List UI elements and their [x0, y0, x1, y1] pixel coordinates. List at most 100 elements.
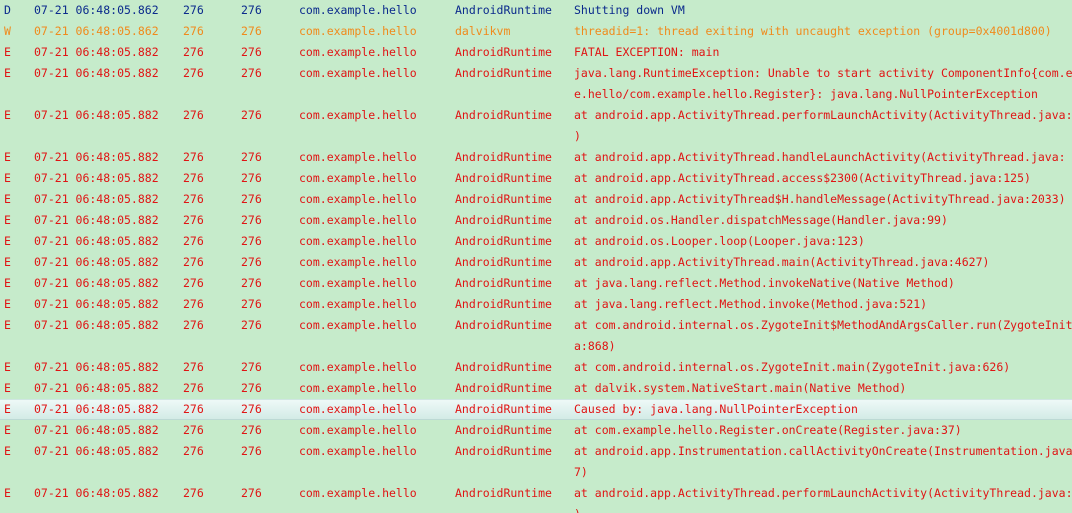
log-tid-cell: 276	[241, 3, 262, 17]
log-text-cell: at android.app.ActivityThread.performLau…	[574, 486, 1072, 500]
log-row[interactable]: E 07-21 06:48:05.882 276 276 com.example.hel…	[0, 378, 1072, 399]
log-time-cell: 07-21 06:48:05.882	[34, 444, 159, 458]
log-level-cell: E	[4, 234, 11, 248]
log-time-cell: 07-21 06:48:05.882	[34, 360, 159, 374]
log-tag-cell: AndroidRuntime	[455, 444, 552, 458]
log-level-cell: E	[4, 402, 11, 416]
log-text-cell: threadid=1: thread exiting with uncaught…	[574, 24, 1052, 38]
log-level-cell: E	[4, 171, 11, 185]
log-time-cell: 07-21 06:48:05.882	[34, 45, 159, 59]
log-pid-cell: 276	[183, 381, 204, 395]
log-tag-cell: AndroidRuntime	[455, 171, 552, 185]
log-level-cell: E	[4, 276, 11, 290]
log-tid-cell: 276	[241, 255, 262, 269]
log-time-cell: 07-21 06:48:05.882	[34, 171, 159, 185]
log-app-cell: com.example.hello	[299, 360, 417, 374]
log-row[interactable]: E 07-21 06:48:05.882 276 276 com.example.hel…	[0, 441, 1072, 483]
log-text-cell: at android.app.ActivityThread$H.handleMe…	[574, 192, 1066, 206]
log-level-cell: E	[4, 318, 11, 332]
log-app-cell: com.example.hello	[299, 297, 417, 311]
log-row[interactable]: E 07-21 06:48:05.882 276 276 com.example.hel…	[0, 357, 1072, 378]
log-tag-cell: AndroidRuntime	[455, 108, 552, 122]
log-tag-cell: AndroidRuntime	[455, 423, 552, 437]
log-pid-cell: 276	[183, 255, 204, 269]
log-time-cell: 07-21 06:48:05.882	[34, 318, 159, 332]
log-text-cell: at android.os.Handler.dispatchMessage(Ha…	[574, 213, 948, 227]
log-app-cell: com.example.hello	[299, 255, 417, 269]
log-text-cell: Shutting down VM	[574, 3, 685, 17]
log-time-cell: 07-21 06:48:05.882	[34, 66, 159, 80]
log-row[interactable]: E 07-21 06:48:05.882 276 276 com.example.hel…	[0, 189, 1072, 210]
log-time-cell: 07-21 06:48:05.882	[34, 192, 159, 206]
log-app-cell: com.example.hello	[299, 45, 417, 59]
log-row[interactable]: E 07-21 06:48:05.882 276 276 com.example.hel…	[0, 168, 1072, 189]
log-tid-cell: 276	[241, 297, 262, 311]
log-row[interactable]: E 07-21 06:48:05.882 276 276 com.example.hel…	[0, 273, 1072, 294]
log-row[interactable]: E 07-21 06:48:05.882 276 276 com.example.hel…	[0, 63, 1072, 105]
log-app-cell: com.example.hello	[299, 276, 417, 290]
log-text-cell: at com.android.internal.os.ZygoteInit.ma…	[574, 360, 1011, 374]
log-level-cell: E	[4, 423, 11, 437]
log-text-cell: at android.app.ActivityThread.performLau…	[574, 108, 1072, 122]
log-tid-cell: 276	[241, 108, 262, 122]
log-tag-cell: AndroidRuntime	[455, 3, 552, 17]
log-level-cell: E	[4, 150, 11, 164]
log-tid-cell: 276	[241, 486, 262, 500]
log-tag-cell: AndroidRuntime	[455, 381, 552, 395]
log-row[interactable]: E 07-21 06:48:05.882 276 276 com.example.hel…	[0, 42, 1072, 63]
log-text-cell: FATAL EXCEPTION: main	[574, 45, 720, 59]
log-app-cell: com.example.hello	[299, 381, 417, 395]
log-text-continuation: 7)	[574, 465, 588, 479]
log-tag-cell: AndroidRuntime	[455, 66, 552, 80]
log-row[interactable]: W 07-21 06:48:05.862 276 276 com.example.hel…	[0, 21, 1072, 42]
log-time-cell: 07-21 06:48:05.882	[34, 234, 159, 248]
log-row[interactable]: E 07-21 06:48:05.882 276 276 com.example.hel…	[0, 231, 1072, 252]
log-text-cell: at dalvik.system.NativeStart.main(Native…	[574, 381, 907, 395]
log-level-cell: E	[4, 297, 11, 311]
log-tag-cell: AndroidRuntime	[455, 486, 552, 500]
log-pid-cell: 276	[183, 402, 204, 416]
log-level-cell: E	[4, 45, 11, 59]
log-time-cell: 07-21 06:48:05.882	[34, 108, 159, 122]
log-app-cell: com.example.hello	[299, 3, 417, 17]
log-tag-cell: AndroidRuntime	[455, 192, 552, 206]
log-text-continuation: )	[574, 504, 581, 513]
log-time-cell: 07-21 06:48:05.882	[34, 486, 159, 500]
log-row[interactable]: E 07-21 06:48:05.882 276 276 com.example.hel…	[0, 105, 1072, 147]
log-level-cell: E	[4, 360, 11, 374]
log-pid-cell: 276	[183, 297, 204, 311]
log-text-continuation: )	[574, 129, 581, 143]
log-text-cell: at com.example.hello.Register.onCreate(R…	[574, 423, 962, 437]
log-time-cell: 07-21 06:48:05.882	[34, 213, 159, 227]
log-pid-cell: 276	[183, 423, 204, 437]
log-tid-cell: 276	[241, 150, 262, 164]
log-app-cell: com.example.hello	[299, 24, 417, 38]
log-pid-cell: 276	[183, 318, 204, 332]
log-time-cell: 07-21 06:48:05.882	[34, 297, 159, 311]
log-time-cell: 07-21 06:48:05.862	[34, 3, 159, 17]
log-tid-cell: 276	[241, 360, 262, 374]
log-row[interactable]: E 07-21 06:48:05.882 276 276 com.example.hel…	[0, 294, 1072, 315]
log-row[interactable]: E 07-21 06:48:05.882 276 276 com.example.hel…	[0, 252, 1072, 273]
log-row[interactable]: D 07-21 06:48:05.862 276 276 com.example.hel…	[0, 0, 1072, 21]
log-row[interactable]: E 07-21 06:48:05.882 276 276 com.example.hel…	[0, 147, 1072, 168]
log-tag-cell: AndroidRuntime	[455, 150, 552, 164]
log-tid-cell: 276	[241, 423, 262, 437]
log-text-cell: at android.os.Looper.loop(Looper.java:12…	[574, 234, 865, 248]
log-tid-cell: 276	[241, 381, 262, 395]
log-pid-cell: 276	[183, 192, 204, 206]
log-app-cell: com.example.hello	[299, 108, 417, 122]
log-row[interactable]: E 07-21 06:48:05.882 276 276 com.example.hel…	[0, 420, 1072, 441]
logcat-table: D 07-21 06:48:05.862 276 276 com.example.hel…	[0, 0, 1072, 513]
log-app-cell: com.example.hello	[299, 486, 417, 500]
log-pid-cell: 276	[183, 276, 204, 290]
log-app-cell: com.example.hello	[299, 444, 417, 458]
log-level-cell: E	[4, 444, 11, 458]
log-row[interactable]: E 07-21 06:48:05.882 276 276 com.example.hel…	[0, 210, 1072, 231]
log-row[interactable]: E 07-21 06:48:05.882 276 276 com.example.hel…	[0, 315, 1072, 357]
log-row-selected[interactable]: E 07-21 06:48:05.882 276 276 com.example.hel…	[0, 399, 1072, 420]
log-tid-cell: 276	[241, 318, 262, 332]
log-row[interactable]: E 07-21 06:48:05.882 276 276 com.example.hel…	[0, 483, 1072, 513]
log-text-continuation: e.hello/com.example.hello.Register}: jav…	[574, 87, 1038, 101]
log-pid-cell: 276	[183, 24, 204, 38]
